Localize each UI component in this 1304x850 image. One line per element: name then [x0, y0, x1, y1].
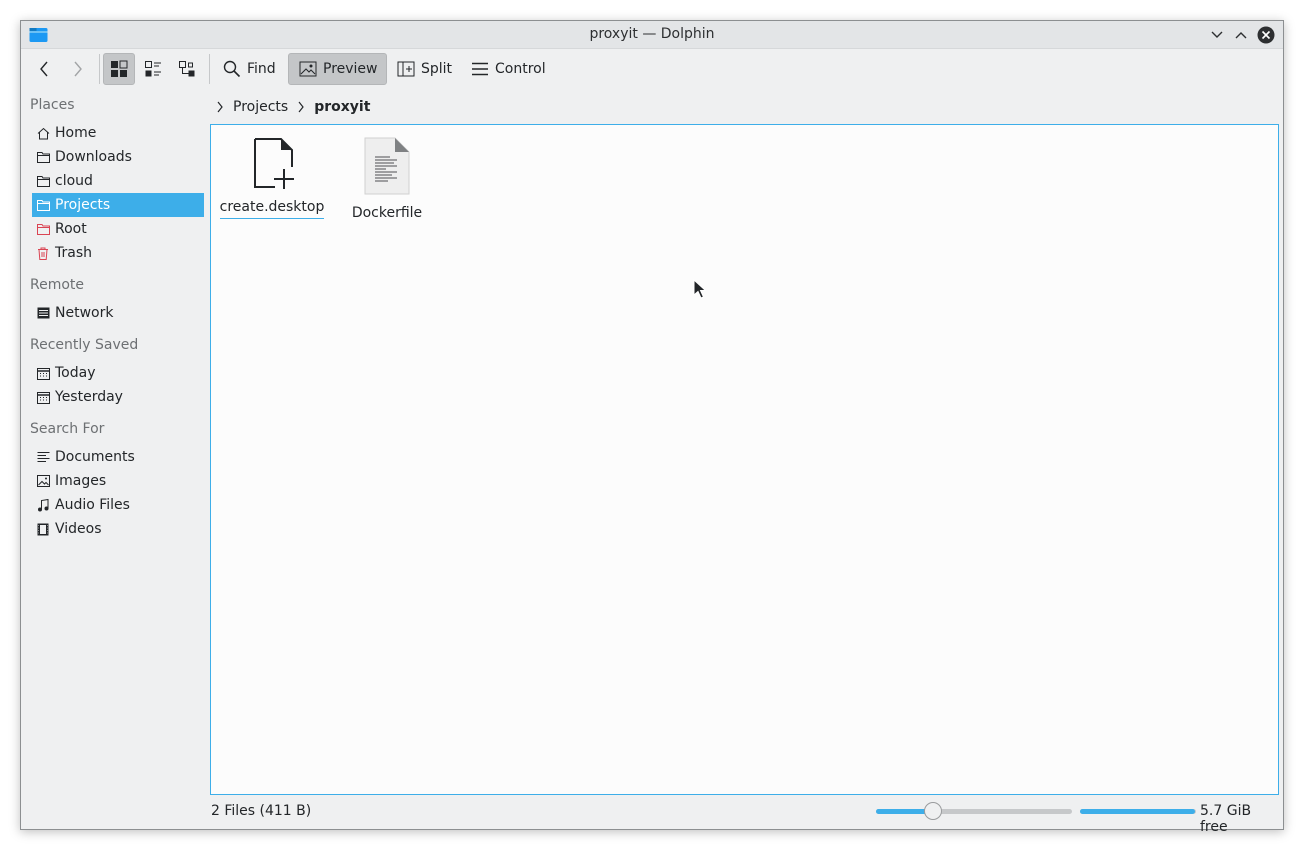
zoom-slider-handle[interactable]	[924, 802, 942, 820]
network-icon	[36, 306, 50, 320]
split-view-icon	[397, 61, 415, 77]
mouse-cursor-icon	[693, 279, 707, 299]
details-view-button[interactable]	[173, 53, 201, 85]
title-bar[interactable]: proxyit — Dolphin	[21, 21, 1283, 49]
toolbar-separator	[209, 54, 210, 84]
sidebar-item-documents[interactable]: Documents	[32, 445, 204, 469]
forward-button[interactable]	[67, 53, 89, 85]
sidebar-item-label: Yesterday	[55, 389, 123, 405]
toolbar: Find Preview Split Control	[21, 50, 1283, 88]
chevron-right-icon	[74, 61, 82, 77]
sidebar-item-yesterday[interactable]: Yesterday	[32, 385, 204, 409]
close-icon	[1257, 26, 1275, 44]
folder-icon	[36, 150, 50, 164]
close-button[interactable]	[1257, 26, 1275, 44]
document-icon	[36, 450, 50, 464]
chevron-up-icon	[1235, 32, 1247, 39]
file-name: create.desktop	[219, 199, 325, 219]
breadcrumb-item-current[interactable]: proxyit	[314, 99, 370, 115]
section-header-remote: Remote	[30, 277, 85, 293]
sidebar-item-home[interactable]: Home	[32, 121, 204, 145]
sidebar-item-label: Images	[55, 473, 107, 489]
split-button[interactable]: Split	[391, 53, 458, 85]
sidebar-item-label: Documents	[55, 449, 135, 465]
sidebar-item-label: Videos	[55, 521, 102, 537]
section-header-recently-saved: Recently Saved	[30, 337, 139, 353]
image-preview-icon	[299, 61, 317, 77]
status-summary: 2 Files (411 B)	[211, 803, 312, 819]
status-bar: 2 Files (411 B) 5.7 GiB free	[21, 796, 1283, 835]
folder-icon	[36, 174, 50, 188]
music-icon	[36, 498, 50, 512]
file-item-create-desktop[interactable]: create.desktop	[216, 137, 328, 219]
free-space-label: 5.7 GiB free	[1200, 803, 1252, 835]
section-header-places: Places	[30, 97, 75, 113]
sidebar-item-today[interactable]: Today	[32, 361, 204, 385]
chevron-right-icon	[213, 100, 227, 114]
trash-icon	[36, 246, 50, 260]
home-icon	[36, 126, 50, 140]
folder-red-icon	[36, 222, 50, 236]
find-label: Find	[247, 61, 276, 77]
sidebar-item-root[interactable]: Root	[32, 217, 204, 241]
chevron-down-icon	[1211, 31, 1223, 38]
disk-space-fill	[1080, 809, 1195, 814]
sidebar-item-images[interactable]: Images	[32, 469, 204, 493]
maximize-button[interactable]	[1232, 26, 1250, 44]
chevron-right-icon	[294, 100, 308, 114]
sidebar-item-label: Today	[55, 365, 96, 381]
sidebar-item-trash[interactable]: Trash	[32, 241, 204, 265]
search-icon	[223, 60, 241, 78]
icons-view-icon	[111, 60, 128, 77]
disk-space-bar[interactable]	[1080, 809, 1196, 814]
breadcrumb-item-projects[interactable]: Projects	[233, 99, 288, 115]
calendar-icon	[36, 390, 50, 404]
sidebar-item-audio-files[interactable]: Audio Files	[32, 493, 204, 517]
sidebar-item-label: Projects	[55, 197, 111, 213]
image-icon	[36, 474, 50, 488]
icons-view-button[interactable]	[103, 53, 135, 85]
sidebar-item-label: Network	[55, 305, 114, 321]
toolbar-separator	[99, 54, 100, 84]
places-panel: Places Home Downloads cloud Projects Roo…	[21, 91, 211, 811]
details-view-icon	[179, 61, 195, 77]
new-file-icon	[254, 138, 294, 189]
back-button[interactable]	[33, 53, 55, 85]
sidebar-item-label: Trash	[55, 245, 92, 261]
file-view[interactable]: create.desktop Dockerfile	[210, 124, 1279, 795]
file-name: Dockerfile	[351, 205, 423, 221]
sidebar-item-label: Audio Files	[55, 497, 130, 513]
control-menu-button[interactable]: Control	[465, 53, 552, 85]
split-label: Split	[421, 61, 453, 77]
sidebar-item-videos[interactable]: Videos	[32, 517, 204, 541]
breadcrumb: Projects proxyit	[213, 96, 370, 118]
video-icon	[36, 522, 50, 536]
minimize-button[interactable]	[1208, 26, 1226, 44]
find-button[interactable]: Find	[217, 53, 282, 85]
sidebar-item-network[interactable]: Network	[32, 301, 204, 325]
sidebar-item-downloads[interactable]: Downloads	[32, 145, 204, 169]
preview-label: Preview	[323, 61, 378, 77]
sidebar-item-label: cloud	[55, 173, 93, 189]
control-label: Control	[495, 61, 546, 77]
folder-icon	[36, 198, 50, 212]
sidebar-item-label: Downloads	[55, 149, 132, 165]
chevron-left-icon	[40, 61, 48, 77]
sidebar-item-label: Home	[55, 125, 97, 141]
compact-view-button[interactable]	[139, 53, 167, 85]
calendar-icon	[36, 366, 50, 380]
zoom-slider[interactable]	[876, 802, 1072, 820]
hamburger-menu-icon	[472, 62, 488, 76]
compact-view-icon	[145, 61, 161, 77]
section-header-search-for: Search For	[30, 421, 105, 437]
preview-button[interactable]: Preview	[288, 53, 387, 85]
window-title: proxyit — Dolphin	[589, 26, 715, 42]
text-file-icon	[364, 137, 410, 195]
sidebar-item-label: Root	[55, 221, 87, 237]
dolphin-window: proxyit — Dolphin Find Preview Split Con…	[20, 20, 1284, 835]
sidebar-item-projects[interactable]: Projects	[32, 193, 204, 217]
sidebar-item-cloud[interactable]: cloud	[32, 169, 204, 193]
file-item-dockerfile[interactable]: Dockerfile	[331, 137, 443, 224]
